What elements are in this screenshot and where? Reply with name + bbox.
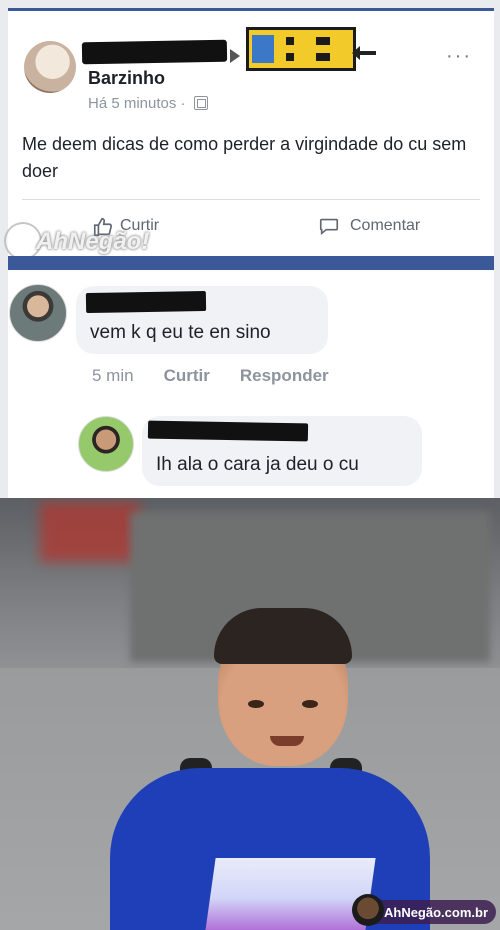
reply-text: Ih ala o cara ja deu o cu: [156, 454, 359, 475]
comment-label: Comentar: [350, 217, 421, 234]
arrow-icon: [230, 49, 240, 63]
comment-reply-link[interactable]: Responder: [240, 366, 329, 386]
redacted-name: [147, 420, 309, 442]
kid-hair: [214, 608, 352, 664]
reply-bubble: Ih ala o cara ja deu o cu: [142, 416, 422, 486]
reaction-photo: AhNegão.com.br: [0, 498, 500, 930]
post-text: Me deem dicas de como perder a virgindad…: [22, 134, 467, 181]
more-options-icon[interactable]: ···: [446, 45, 472, 68]
divider: [22, 199, 480, 200]
thumbs-up-icon: [92, 216, 114, 237]
reply-avatar[interactable]: [78, 416, 134, 472]
comment-time: 5 min: [92, 366, 134, 385]
privacy-icon: [193, 96, 208, 110]
commenter-avatar[interactable]: [9, 284, 67, 342]
kid-mouth: [270, 736, 304, 746]
page-name[interactable]: Barzinho: [88, 68, 165, 89]
watermark-face-icon: [351, 894, 384, 926]
comment-text: vem k q eu te en sino: [90, 322, 271, 343]
back-arrow-icon: [352, 46, 376, 60]
kid-eye: [302, 700, 318, 708]
meme-image: ··· Barzinho Há 5 minutos · Me deem dica…: [0, 0, 500, 930]
pixel-sticker-icon: [246, 27, 356, 71]
shirt-logo: [204, 858, 376, 930]
post-time-text: Há 5 minutos: [88, 95, 177, 112]
photo-background-detail: [40, 502, 140, 562]
crying-kid-figure: [110, 608, 430, 930]
comment-icon: [318, 215, 342, 237]
comment-bubble: vem k q eu te en sino: [76, 286, 328, 354]
like-label: Curtir: [120, 217, 160, 234]
comment-meta: 5 min Curtir Responder: [92, 366, 329, 386]
photo-watermark-text: AhNegão.com.br: [383, 904, 488, 920]
post-time[interactable]: Há 5 minutos ·: [88, 95, 208, 112]
comment-like-link[interactable]: Curtir: [164, 366, 210, 386]
kid-eye: [248, 700, 264, 708]
redacted-name: [85, 290, 207, 314]
comment-button[interactable]: Comentar: [318, 211, 420, 241]
like-button[interactable]: Curtir: [92, 211, 159, 241]
facebook-post: ··· Barzinho Há 5 minutos · Me deem dica…: [8, 8, 494, 256]
time-separator: ·: [180, 95, 186, 112]
page-avatar[interactable]: [24, 41, 76, 93]
comments-section: vem k q eu te en sino 5 min Curtir Respo…: [8, 270, 494, 498]
redacted-name: [81, 39, 228, 65]
photo-watermark: AhNegão.com.br: [351, 894, 496, 926]
separator-bar: [8, 256, 494, 270]
